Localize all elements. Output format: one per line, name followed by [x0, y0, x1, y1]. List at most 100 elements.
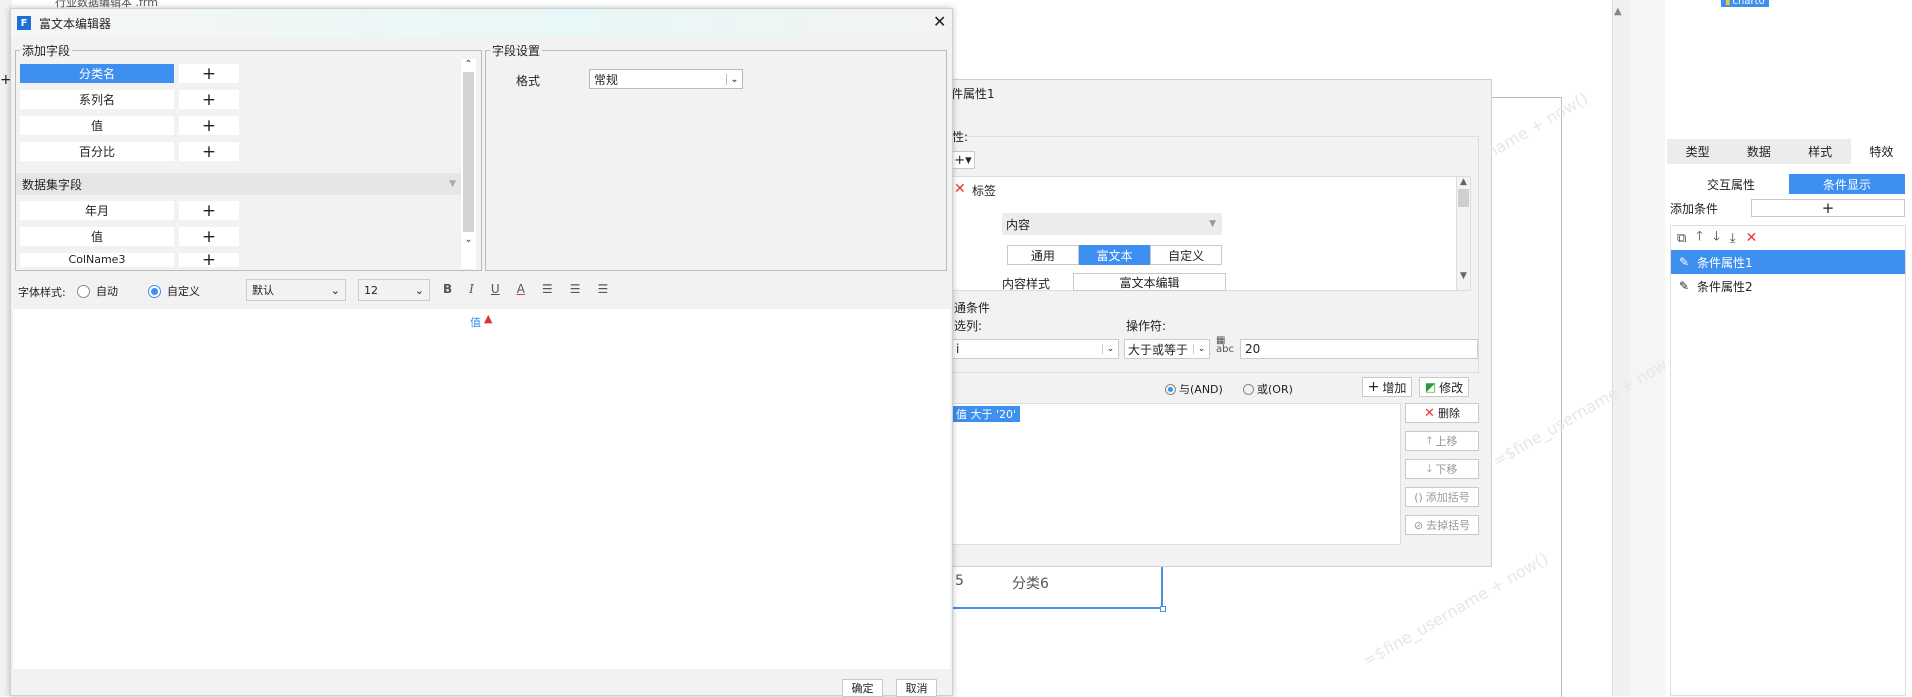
condition-expression[interactable]: 值 大于 '20': [952, 406, 1021, 422]
tab-style[interactable]: 样式: [1790, 139, 1851, 164]
dataset-label: 数据集字段: [22, 177, 83, 192]
bold-icon[interactable]: B: [443, 282, 452, 296]
italic-icon[interactable]: I: [469, 282, 474, 296]
font-family-select[interactable]: 默认 ⌄: [246, 279, 346, 301]
rich-text-editor-dialog: F 富文本编辑器 ✕ 添加字段 分类名 + 系列名 + 值 + 百分比 + 数据…: [10, 8, 953, 697]
condition-item-2[interactable]: ✎ 条件属性2: [1671, 274, 1905, 298]
auto-radio[interactable]: 自动: [77, 283, 118, 299]
content-tab-common[interactable]: 通用: [1007, 245, 1079, 265]
add-prop-button[interactable]: +▾: [951, 151, 975, 169]
scroll-thumb[interactable]: [463, 72, 474, 232]
font-size-value: 12: [364, 283, 378, 297]
field-item-value[interactable]: 值: [20, 116, 174, 135]
align-left-icon[interactable]: ☰: [542, 282, 553, 296]
add-colname3-icon[interactable]: +: [179, 253, 239, 267]
content-select-value: 内容: [1006, 217, 1031, 232]
custom-radio[interactable]: 自定义: [148, 283, 200, 299]
field-item-percent[interactable]: 百分比: [20, 142, 174, 161]
right-panel: ▮ chart0 类型 数据 样式 特效 交互属性 条件显示 添加条件 + ⧉ 🡑…: [1665, 0, 1912, 696]
content-tab-richtext[interactable]: 富文本: [1078, 245, 1151, 265]
tab-type[interactable]: 类型: [1667, 139, 1728, 164]
common-cond-label: 通条件: [954, 301, 991, 315]
modify-button[interactable]: ◩ 修改: [1419, 377, 1469, 397]
close-icon[interactable]: ✕: [933, 12, 946, 31]
dataset-field-yearmonth[interactable]: 年月: [20, 201, 174, 220]
col-label: 选列:: [954, 319, 983, 333]
content-tab-custom[interactable]: 自定义: [1150, 245, 1223, 265]
underline-icon[interactable]: U: [491, 282, 500, 296]
radio-empty-icon: [1243, 383, 1254, 395]
copy-icon[interactable]: ⧉: [1677, 231, 1686, 246]
content-select[interactable]: 内容 ▼: [1002, 213, 1222, 235]
delete-icon[interactable]: ✕: [1746, 230, 1758, 246]
scroll-up-arrow[interactable]: ▲: [1614, 6, 1622, 17]
scroll-down-icon[interactable]: ⌄: [461, 234, 476, 245]
operator-label: 操作符:: [1126, 319, 1167, 333]
cancel-button[interactable]: 取消: [896, 679, 937, 697]
chart-handle[interactable]: [1160, 606, 1166, 612]
scroll-thumb[interactable]: [1458, 189, 1469, 207]
tab-data[interactable]: 数据: [1728, 139, 1789, 164]
dataset-field-value[interactable]: 值: [20, 227, 174, 246]
add-condition-row-button[interactable]: + 增加: [1362, 377, 1412, 397]
prop-scrollbar[interactable]: ▲ ▼: [1456, 177, 1470, 290]
condition-toolbar: ⧉ 🡑 🡓 ⤓ ✕: [1671, 226, 1905, 250]
add-yearmonth-icon[interactable]: +: [179, 201, 239, 221]
add-category-icon[interactable]: +: [179, 64, 239, 84]
canvas-scroll-area: [1612, 0, 1630, 696]
and-radio[interactable]: 与(AND): [1165, 381, 1223, 397]
add-condition-button[interactable]: +: [1751, 199, 1905, 217]
add-bracket-button[interactable]: () 添加括号: [1405, 487, 1479, 507]
remove-label-icon[interactable]: ✕: [954, 181, 966, 197]
add-percent-icon[interactable]: +: [179, 142, 239, 162]
field-list-scrollbar[interactable]: ⌃ ⌄: [461, 59, 476, 269]
align-right-icon[interactable]: ☰: [597, 282, 608, 296]
content-editor[interactable]: 值 ▲: [13, 309, 950, 669]
ok-button[interactable]: 确定: [842, 679, 883, 697]
dataset-field-colname3[interactable]: ColName3: [20, 253, 174, 267]
add-value-icon[interactable]: +: [179, 116, 239, 136]
move-down-button[interactable]: 🡓 下移: [1405, 459, 1479, 479]
move-down-icon[interactable]: 🡓: [1713, 227, 1720, 249]
format-label: 格式: [516, 74, 541, 88]
move-up-button[interactable]: 🡑 上移: [1405, 431, 1479, 451]
add-condition-label: 添加条件: [1670, 202, 1719, 216]
formula-icon[interactable]: ▦ abc: [1216, 336, 1234, 355]
move-up-icon[interactable]: 🡑: [1696, 227, 1703, 249]
scroll-down-icon[interactable]: ▼: [1457, 271, 1470, 281]
condition-item-label: 条件属性2: [1697, 279, 1753, 294]
radio-selected-icon: [1165, 383, 1176, 395]
chart-tag[interactable]: ▮ chart0: [1721, 0, 1769, 7]
align-center-icon[interactable]: ☰: [570, 282, 581, 296]
value-input[interactable]: 20: [1240, 339, 1478, 359]
value-token[interactable]: 值: [470, 314, 481, 330]
bracket-icon: (): [1414, 490, 1423, 504]
font-size-select[interactable]: 12 ⌄: [358, 279, 430, 301]
remove-bracket-button[interactable]: ⊘ 去掉括号: [1405, 515, 1479, 535]
chart-selection-box[interactable]: [940, 565, 1163, 609]
column-select-value: i: [956, 342, 960, 356]
dataset-section[interactable]: 数据集字段 ▼: [16, 173, 462, 195]
field-item-series[interactable]: 系列名: [20, 90, 174, 109]
scroll-up-icon[interactable]: ⌃: [461, 59, 476, 70]
add-dsvalue-icon[interactable]: +: [179, 227, 239, 247]
delete-cond-button[interactable]: ✕ 删除: [1405, 403, 1479, 423]
move-bottom-icon[interactable]: ⤓: [1730, 231, 1736, 246]
or-radio[interactable]: 或(OR): [1243, 381, 1293, 397]
condition-item-1[interactable]: ✎ 条件属性1: [1671, 250, 1905, 274]
font-color-icon[interactable]: A: [517, 282, 525, 296]
rich-edit-button[interactable]: 富文本编辑: [1073, 273, 1226, 291]
field-item-category[interactable]: 分类名: [20, 64, 174, 83]
tab-effects[interactable]: 特效: [1850, 139, 1912, 164]
subtab-condition-display[interactable]: 条件显示: [1789, 174, 1905, 194]
operator-select[interactable]: 大于或等于 ⌄: [1124, 339, 1210, 359]
scroll-up-icon[interactable]: ▲: [1457, 177, 1470, 187]
chevron-down-icon: ⌄: [1102, 344, 1118, 354]
add-series-icon[interactable]: +: [179, 90, 239, 110]
add-field-label: 添加字段: [20, 42, 73, 59]
condition-dialog-title: 件属性1: [951, 87, 995, 101]
subtab-interaction[interactable]: 交互属性: [1673, 174, 1789, 194]
format-select[interactable]: 常规 ⌄: [589, 69, 743, 89]
column-select[interactable]: i ⌄: [951, 339, 1119, 359]
font-style-label: 字体样式:: [18, 286, 66, 299]
